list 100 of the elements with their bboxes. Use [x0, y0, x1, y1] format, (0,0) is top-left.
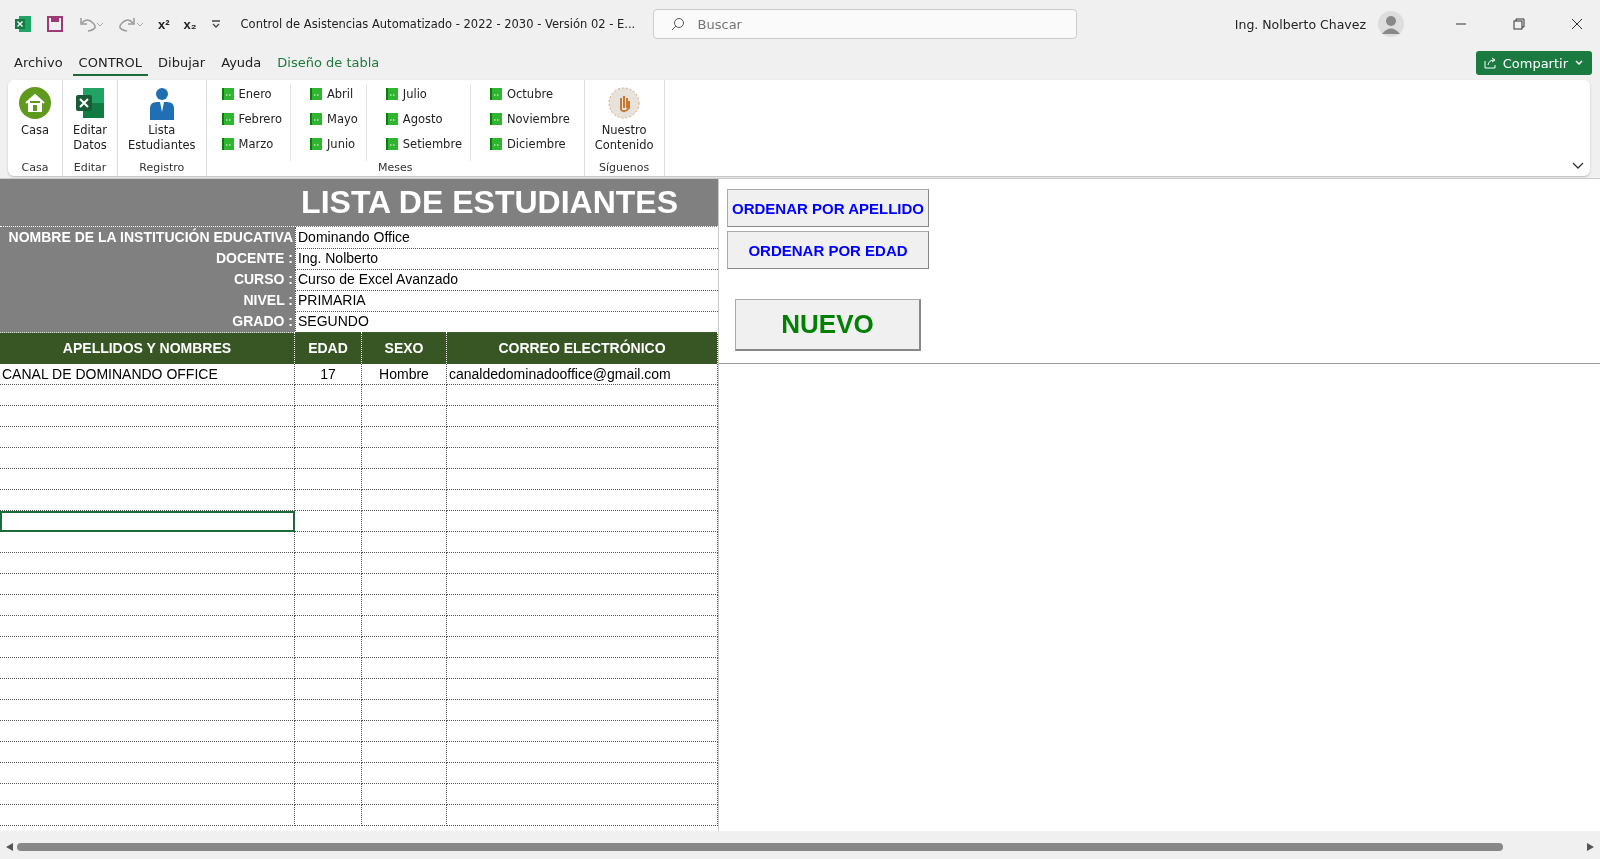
table-cell[interactable] [0, 784, 295, 805]
month-button[interactable]: Febrero [220, 109, 282, 129]
table-cell[interactable] [295, 406, 362, 427]
table-cell[interactable] [447, 679, 718, 700]
table-cell[interactable] [362, 805, 447, 826]
sort-button[interactable]: ORDENAR POR APELLIDO [727, 189, 929, 227]
table-cell[interactable] [295, 616, 362, 637]
table-cell[interactable] [295, 490, 362, 511]
caret-icon[interactable] [1574, 59, 1584, 67]
table-cell[interactable] [295, 637, 362, 658]
table-cell[interactable]: CANAL DE DOMINANDO OFFICE [0, 364, 295, 385]
table-cell[interactable] [0, 427, 295, 448]
month-button[interactable]: Noviembre [489, 109, 570, 129]
table-cell[interactable] [0, 805, 295, 826]
table-cell[interactable] [447, 406, 718, 427]
table-cell[interactable] [362, 742, 447, 763]
info-value[interactable]: Curso de Excel Avanzado [295, 269, 718, 291]
table-cell[interactable] [447, 427, 718, 448]
table-cell[interactable] [362, 406, 447, 427]
subscript-button[interactable]: x₂ [183, 16, 197, 32]
table-cell[interactable] [295, 427, 362, 448]
table-cell[interactable] [362, 595, 447, 616]
table-cell[interactable] [0, 532, 295, 553]
info-value[interactable]: PRIMARIA [295, 290, 718, 312]
month-button[interactable]: Julio [384, 84, 462, 104]
table-cell[interactable] [295, 763, 362, 784]
table-cell[interactable] [0, 469, 295, 490]
table-cell[interactable] [295, 721, 362, 742]
table-cell[interactable] [362, 490, 447, 511]
new-button[interactable]: NUEVO [735, 299, 921, 351]
table-cell[interactable] [0, 448, 295, 469]
user-name[interactable]: Ing. Nolberto Chavez [1234, 16, 1366, 32]
table-cell[interactable] [295, 574, 362, 595]
table-cell[interactable] [447, 532, 718, 553]
table-cell[interactable] [295, 595, 362, 616]
table-cell[interactable]: Hombre [362, 364, 447, 385]
table-cell[interactable] [0, 490, 295, 511]
ribbon-button[interactable]: Lista Estudiantes [124, 84, 200, 161]
table-cell[interactable] [0, 511, 295, 532]
ribbon-tab[interactable]: Dibujar [152, 50, 212, 76]
table-cell[interactable] [447, 658, 718, 679]
table-cell[interactable] [0, 595, 295, 616]
table-cell[interactable] [447, 616, 718, 637]
info-value[interactable]: Ing. Nolberto [295, 248, 718, 270]
table-cell[interactable] [362, 763, 447, 784]
avatar-icon[interactable] [1378, 11, 1404, 37]
table-cell[interactable] [362, 532, 447, 553]
table-cell[interactable] [362, 658, 447, 679]
table-cell[interactable] [447, 490, 718, 511]
excel-logo-icon[interactable] [14, 15, 32, 33]
ribbon-tab[interactable]: Archivo [8, 50, 69, 76]
month-button[interactable]: Marzo [220, 134, 282, 154]
table-cell[interactable] [362, 637, 447, 658]
scroll-right-icon[interactable] [1587, 842, 1594, 851]
search-field[interactable]: Buscar [652, 9, 1077, 39]
table-cell[interactable] [447, 805, 718, 826]
table-cell[interactable] [0, 553, 295, 574]
table-cell[interactable] [295, 511, 362, 532]
table-cell[interactable] [0, 679, 295, 700]
month-button[interactable]: Mayo [308, 109, 358, 129]
table-cell[interactable] [447, 469, 718, 490]
table-cell[interactable] [295, 532, 362, 553]
table-cell[interactable] [362, 511, 447, 532]
table-cell[interactable] [447, 385, 718, 406]
month-button[interactable]: Diciembre [489, 134, 570, 154]
ribbon-tab[interactable]: CONTROL [72, 50, 149, 76]
table-cell[interactable] [295, 448, 362, 469]
table-cell[interactable] [362, 616, 447, 637]
table-cell[interactable] [447, 700, 718, 721]
table-cell[interactable] [362, 721, 447, 742]
table-cell[interactable] [447, 574, 718, 595]
ribbon-button[interactable]: Nuestro Contenido [590, 84, 658, 161]
table-cell[interactable] [0, 637, 295, 658]
table-cell[interactable] [362, 427, 447, 448]
collapse-ribbon-icon[interactable] [1572, 162, 1584, 170]
table-cell[interactable] [0, 616, 295, 637]
month-button[interactable]: Setiembre [384, 134, 462, 154]
scroll-left-icon[interactable] [6, 842, 13, 851]
sort-button[interactable]: ORDENAR POR EDAD [727, 231, 929, 269]
table-cell[interactable] [447, 595, 718, 616]
table-cell[interactable]: 17 [295, 364, 362, 385]
table-cell[interactable] [362, 469, 447, 490]
customize-dropdown-icon[interactable] [210, 19, 221, 29]
table-cell[interactable] [362, 574, 447, 595]
table-cell[interactable] [0, 385, 295, 406]
table-cell[interactable] [447, 742, 718, 763]
ribbon-button[interactable]: Casa [14, 84, 56, 161]
month-button[interactable]: Enero [220, 84, 282, 104]
table-cell[interactable] [295, 385, 362, 406]
table-cell[interactable] [447, 637, 718, 658]
table-cell[interactable] [0, 763, 295, 784]
share-button[interactable]: Compartir [1475, 51, 1592, 75]
table-cell[interactable] [0, 742, 295, 763]
table-cell[interactable] [0, 721, 295, 742]
month-button[interactable]: Abril [308, 84, 358, 104]
table-cell[interactable] [362, 448, 447, 469]
table-cell[interactable] [295, 658, 362, 679]
table-cell[interactable] [295, 805, 362, 826]
table-cell[interactable] [447, 511, 718, 532]
table-cell[interactable] [362, 385, 447, 406]
